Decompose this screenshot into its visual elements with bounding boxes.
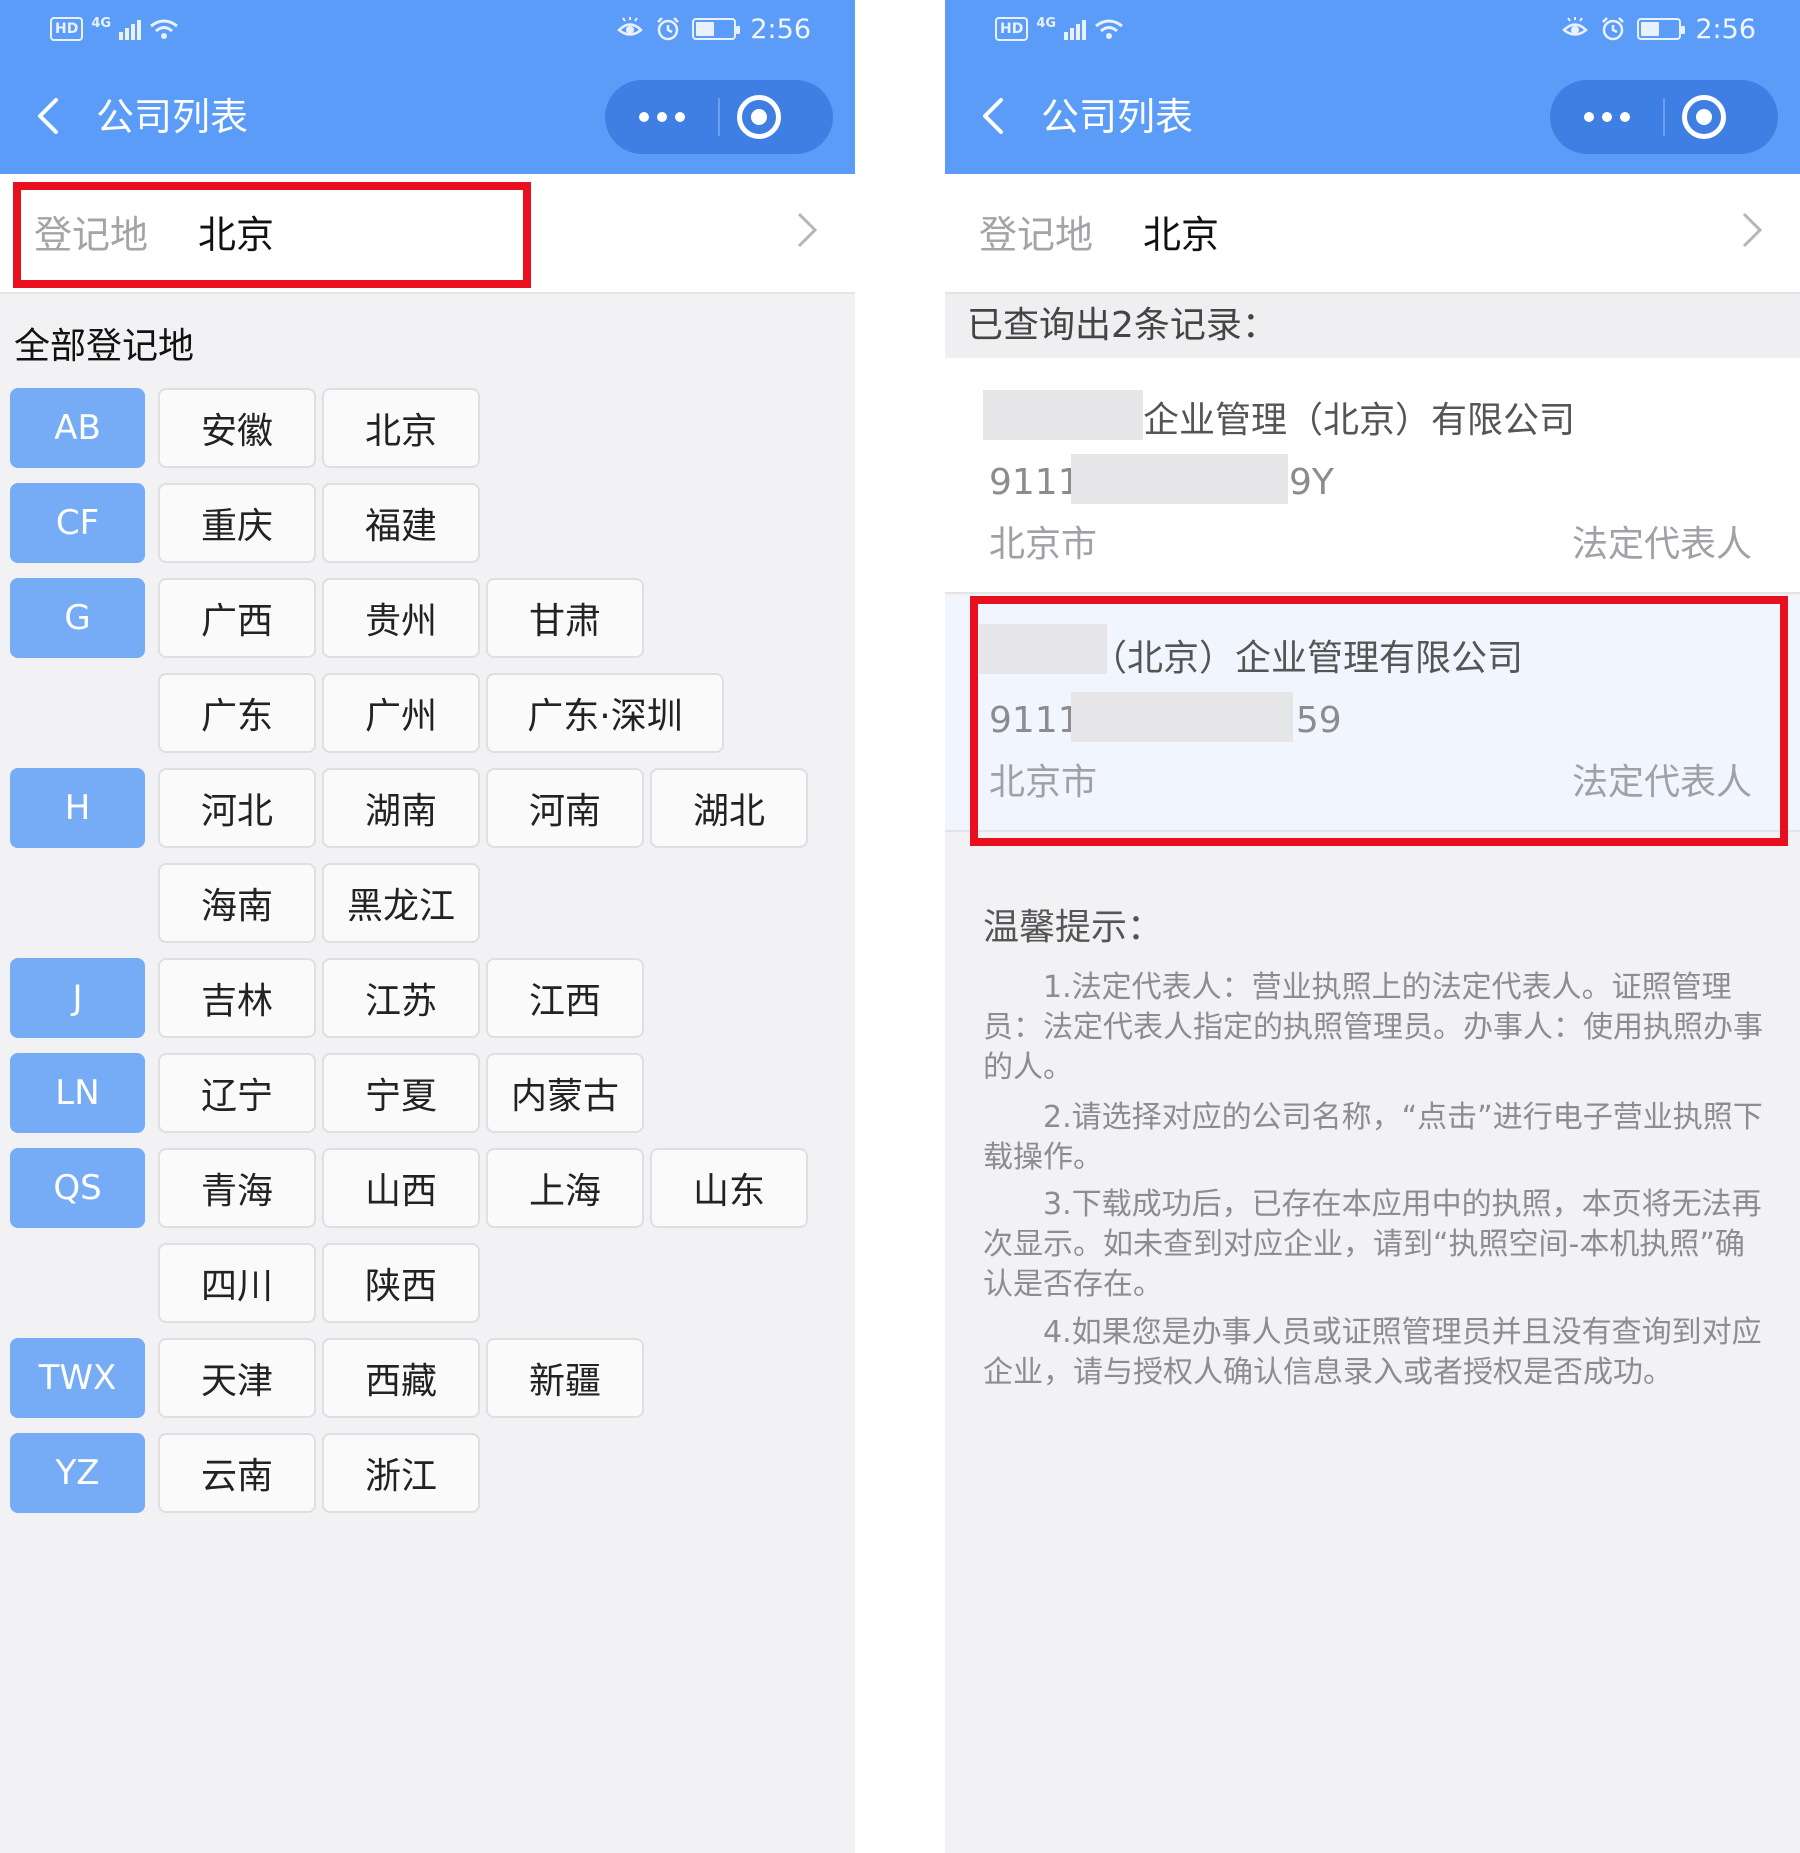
company-city: 北京市 xyxy=(989,524,1098,565)
region-option[interactable]: 天津 xyxy=(158,1338,316,1418)
region-option[interactable]: 福建 xyxy=(322,483,480,563)
letter-index-cf[interactable]: CF xyxy=(10,483,145,563)
hd-badge: HD xyxy=(995,17,1029,41)
battery-icon xyxy=(1637,18,1686,40)
redacted-mask xyxy=(1071,454,1288,504)
region-option[interactable]: 甘肃 xyxy=(486,578,644,658)
capsule-divider xyxy=(718,98,720,136)
region-option[interactable]: 河南 xyxy=(486,768,644,848)
close-target-icon[interactable] xyxy=(737,95,781,139)
close-target-icon[interactable] xyxy=(1682,95,1726,139)
region-option[interactable]: 北京 xyxy=(322,388,480,468)
region-option[interactable]: 陕西 xyxy=(322,1243,480,1323)
region-option[interactable]: 安徽 xyxy=(158,388,316,468)
company-result-item[interactable]: 企业管理（北京）有限公司 9111 9Y 北京市 法定代表人 xyxy=(945,358,1800,594)
picker-value: 北京 xyxy=(1143,213,1220,257)
status-bar: HD 4G 2:56 xyxy=(945,0,1800,58)
region-list-title: 全部登记地 xyxy=(14,326,195,367)
highlight-box xyxy=(13,182,531,288)
tip-item: 3.下载成功后，已存在本应用中的执照，本页将无法再次显示。如未查到对应企业，请到… xyxy=(983,1187,1762,1302)
eye-icon xyxy=(617,17,644,36)
letter-index-yz[interactable]: YZ xyxy=(10,1433,145,1513)
capsule-divider xyxy=(1663,98,1665,136)
tips-title: 温馨提示： xyxy=(983,907,1164,948)
more-icon[interactable] xyxy=(1550,80,1664,154)
region-option[interactable]: 内蒙古 xyxy=(486,1053,644,1133)
region-option[interactable]: 广西 xyxy=(158,578,316,658)
alarm-icon xyxy=(657,17,680,41)
page-title: 公司列表 xyxy=(96,95,249,139)
screen-region-picker: HD 4G 2:56 公司列表 登记地 北京 全部登记地 AB 安徽 北京 CF 重庆福… xyxy=(0,0,855,1853)
wifi-icon xyxy=(150,19,178,39)
company-name: 企业管理（北京）有限公司 xyxy=(1143,400,1576,441)
status-time: 2:56 xyxy=(750,13,811,45)
region-picker-row[interactable]: 登记地 北京 xyxy=(945,174,1800,294)
region-option[interactable]: 西藏 xyxy=(322,1338,480,1418)
result-count: 已查询出2条记录： xyxy=(967,305,1278,346)
region-option[interactable]: 吉林 xyxy=(158,958,316,1038)
region-option[interactable]: 山西 xyxy=(322,1148,480,1228)
region-option[interactable]: 广东·深圳 xyxy=(486,673,724,753)
region-option[interactable]: 广州 xyxy=(322,673,480,753)
mini-program-capsule xyxy=(605,80,833,154)
region-option[interactable]: 湖南 xyxy=(322,768,480,848)
region-option[interactable]: 新疆 xyxy=(486,1338,644,1418)
back-arrow-icon[interactable] xyxy=(32,96,62,136)
signal-icon xyxy=(1064,18,1087,40)
page-title: 公司列表 xyxy=(1041,95,1194,139)
more-icon[interactable] xyxy=(605,80,719,154)
mini-program-capsule xyxy=(1550,80,1778,154)
letter-index-h[interactable]: H xyxy=(10,768,145,848)
app-header: HD 4G 2:56 公司列表 xyxy=(0,0,855,174)
result-count-row: 已查询出2条记录： xyxy=(945,294,1800,358)
eye-icon xyxy=(1562,17,1589,36)
region-option[interactable]: 重庆 xyxy=(158,483,316,563)
region-option[interactable]: 湖北 xyxy=(650,768,808,848)
network-type: 4G xyxy=(91,15,112,31)
battery-icon xyxy=(692,18,741,40)
back-arrow-icon[interactable] xyxy=(977,96,1007,136)
chevron-right-icon xyxy=(1742,212,1763,248)
region-option[interactable]: 宁夏 xyxy=(322,1053,480,1133)
credit-code-suffix: 9Y xyxy=(1289,462,1334,503)
region-option[interactable]: 辽宁 xyxy=(158,1053,316,1133)
region-option[interactable]: 贵州 xyxy=(322,578,480,658)
letter-index-qs[interactable]: QS xyxy=(10,1148,145,1228)
app-header: HD 4G 2:56 公司列表 xyxy=(945,0,1800,174)
picker-label: 登记地 xyxy=(979,213,1094,257)
credit-code-prefix: 9111 xyxy=(989,462,1081,503)
tip-item: 1.法定代表人：营业执照上的法定代表人。证照管理员：法定代表人指定的执照管理员。… xyxy=(983,970,1763,1085)
region-option[interactable]: 江西 xyxy=(486,958,644,1038)
region-option[interactable]: 黑龙江 xyxy=(322,863,480,943)
region-option[interactable]: 四川 xyxy=(158,1243,316,1323)
network-type: 4G xyxy=(1036,15,1057,31)
wifi-icon xyxy=(1095,19,1123,39)
status-time: 2:56 xyxy=(1695,13,1756,45)
letter-index-j[interactable]: J xyxy=(10,958,145,1038)
redacted-mask xyxy=(983,390,1143,440)
tip-item: 2.请选择对应的公司名称，“点击”进行电子营业执照下载操作。 xyxy=(983,1100,1763,1175)
highlight-box xyxy=(970,596,1788,846)
region-option[interactable]: 浙江 xyxy=(322,1433,480,1513)
screen-company-results: HD 4G 2:56 公司列表 登记地 北京 已查询出2条记录： 企业管理（北京… xyxy=(945,0,1800,1853)
letter-index-ab[interactable]: AB xyxy=(10,388,145,468)
region-option[interactable]: 海南 xyxy=(158,863,316,943)
chevron-right-icon xyxy=(797,212,818,248)
alarm-icon xyxy=(1602,17,1625,41)
region-option[interactable]: 青海 xyxy=(158,1148,316,1228)
region-option[interactable]: 山东 xyxy=(650,1148,808,1228)
signal-icon xyxy=(119,18,142,40)
region-option[interactable]: 河北 xyxy=(158,768,316,848)
hd-badge: HD xyxy=(50,17,84,41)
tip-item: 4.如果您是办事人员或证照管理员并且没有查询到对应企业，请与授权人确认信息录入或… xyxy=(983,1315,1762,1390)
region-option[interactable]: 上海 xyxy=(486,1148,644,1228)
letter-index-twx[interactable]: TWX xyxy=(10,1338,145,1418)
letter-index-ln[interactable]: LN xyxy=(10,1053,145,1133)
region-option[interactable]: 江苏 xyxy=(322,958,480,1038)
status-bar: HD 4G 2:56 xyxy=(0,0,855,58)
region-option[interactable]: 广东 xyxy=(158,673,316,753)
region-option[interactable]: 云南 xyxy=(158,1433,316,1513)
letter-index-g[interactable]: G xyxy=(10,578,145,658)
user-role: 法定代表人 xyxy=(1571,524,1752,565)
